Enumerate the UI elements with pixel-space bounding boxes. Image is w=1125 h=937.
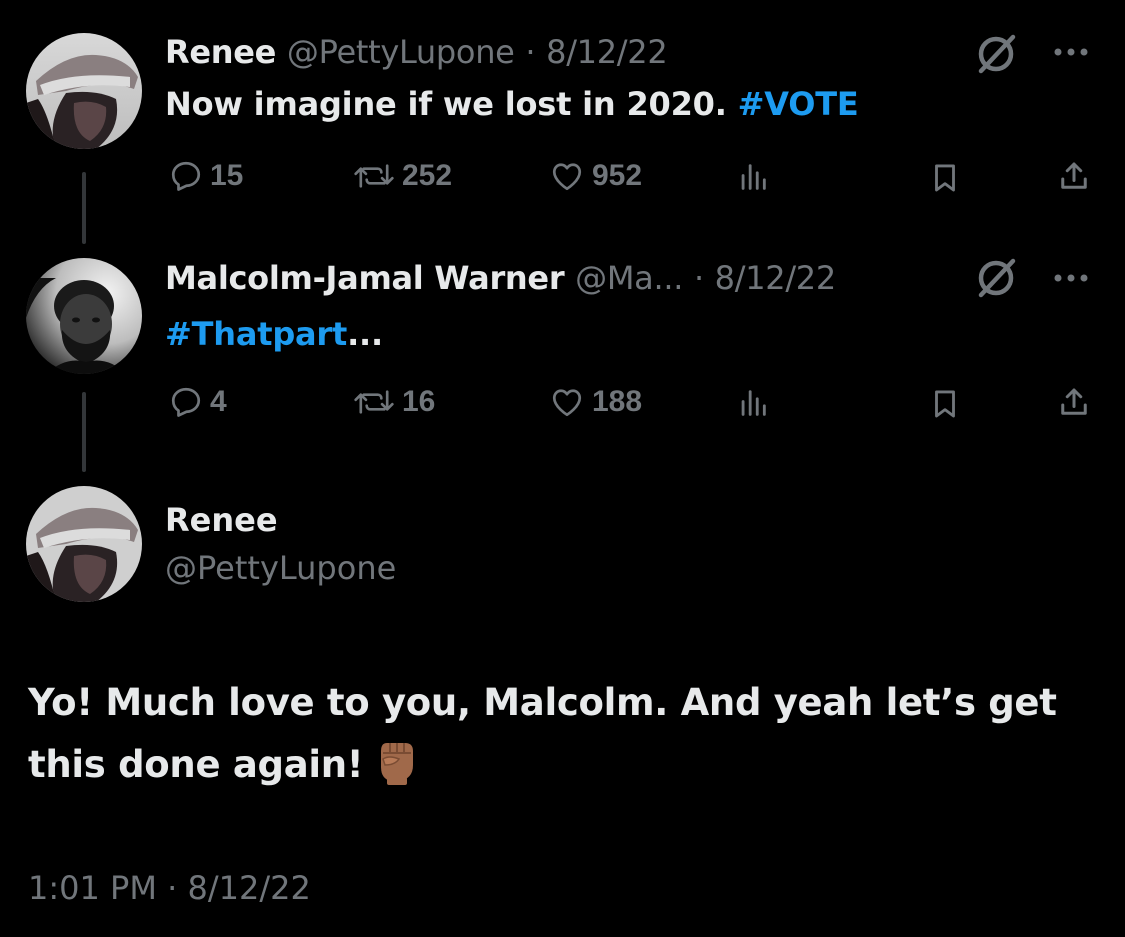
views-icon (741, 164, 766, 190)
avatar-renee[interactable] (26, 33, 142, 149)
avatar-renee[interactable] (26, 486, 142, 602)
views-button[interactable] (736, 160, 770, 194)
reply-icon (171, 161, 201, 191)
share-button[interactable] (1056, 384, 1092, 420)
tweet-text-plain: Now imagine if we lost in 2020. (165, 85, 727, 123)
reply-button[interactable]: 15 (168, 158, 243, 194)
like-button[interactable]: 952 (548, 158, 642, 194)
tweet-body-text: Yo! Much love to you, Malcolm. And yeah … (28, 681, 1057, 786)
avatar-malcolm[interactable] (26, 258, 142, 374)
more-icon[interactable] (1050, 270, 1092, 289)
retweet-count: 16 (402, 385, 436, 418)
thread-line (82, 392, 86, 472)
bookmark-button[interactable] (928, 386, 962, 422)
views-icon (741, 390, 766, 416)
tweet-text: #Thatpart... (165, 314, 383, 354)
display-name[interactable]: Malcolm-Jamal Warner (165, 259, 565, 297)
retweet-button[interactable]: 252 (352, 158, 452, 194)
raised-fist-icon (371, 735, 423, 787)
display-name[interactable]: Renee (165, 500, 278, 540)
like-count: 188 (592, 385, 643, 418)
retweet-count: 252 (402, 159, 453, 192)
bookmark-button[interactable] (928, 160, 962, 196)
tweet-text: Now imagine if we lost in 2020. #VOTE (165, 84, 859, 124)
share-button[interactable] (1056, 158, 1092, 194)
like-icon (552, 389, 582, 417)
retweet-icon (354, 390, 394, 414)
views-button[interactable] (736, 386, 770, 420)
tweet-header: Malcolm-Jamal Warner @Ma... · 8/12/22 (165, 258, 836, 298)
tweet-timestamp[interactable]: 1:01 PM · 8/12/22 (28, 866, 311, 910)
reply-count: 4 (210, 385, 227, 418)
no-sign-icon[interactable] (972, 254, 1020, 306)
tweet-date[interactable]: 8/12/22 (546, 33, 668, 71)
no-sign-icon[interactable] (972, 30, 1020, 82)
like-icon (552, 163, 582, 191)
thread-line (82, 172, 86, 244)
tweet-date[interactable]: 8/12/22 (715, 259, 837, 297)
user-handle[interactable]: @PettyLupone (287, 33, 515, 71)
share-icon (1061, 162, 1087, 189)
retweet-icon (354, 164, 394, 188)
tweet-body: Yo! Much love to you, Malcolm. And yeah … (28, 672, 1108, 796)
hashtag-link[interactable]: #VOTE (738, 85, 859, 123)
tweet-text-plain: ... (347, 315, 383, 353)
bookmark-icon (935, 164, 955, 192)
reply-button[interactable]: 4 (168, 384, 227, 420)
like-button[interactable]: 188 (548, 384, 642, 420)
bookmark-icon (935, 390, 955, 418)
reply-icon (171, 387, 201, 417)
display-name[interactable]: Renee (165, 33, 276, 71)
reply-count: 15 (210, 159, 244, 192)
separator: · (525, 33, 536, 71)
user-handle[interactable]: @Ma... (575, 259, 683, 297)
user-handle[interactable]: @PettyLupone (165, 548, 396, 588)
retweet-button[interactable]: 16 (352, 384, 435, 420)
share-icon (1061, 388, 1087, 415)
hashtag-link[interactable]: #Thatpart (165, 315, 347, 353)
like-count: 952 (592, 159, 643, 192)
more-icon[interactable] (1050, 44, 1092, 63)
separator: · (693, 259, 704, 297)
tweet-header: Renee @PettyLupone · 8/12/22 (165, 32, 668, 72)
